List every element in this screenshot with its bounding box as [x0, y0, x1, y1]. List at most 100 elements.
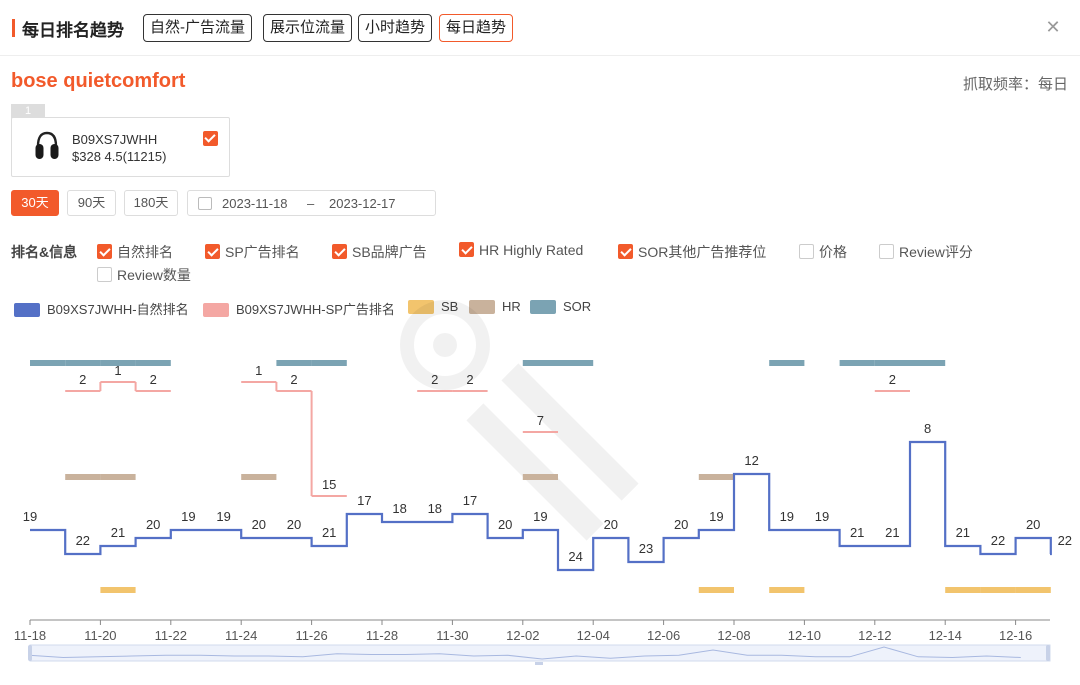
x-tick-label: 11-30 [436, 628, 468, 643]
x-tick-label: 11-22 [155, 628, 187, 643]
filter-option-label: Review数量 [117, 267, 191, 283]
legend-organic[interactable]: B09XS7JWHH-自然排名 [14, 299, 189, 317]
sp-rank-series: 21212152 272 [65, 363, 910, 497]
organic-data-label: 22 [1058, 533, 1072, 548]
datazoom-handle-right [1046, 645, 1050, 661]
checkbox-icon [459, 242, 474, 257]
sp-data-label: 2 [431, 372, 438, 387]
placement-hr-12-07 [698, 474, 734, 480]
organic-data-label: 21 [885, 525, 899, 540]
x-tick-label: 12-02 [506, 628, 539, 643]
filter-highly-rated[interactable]: HR Highly Rated [459, 242, 583, 260]
filter-option-label: HR Highly Rated [479, 242, 584, 258]
sp-data-label: 2 [889, 372, 896, 387]
legend-label: B09XS7JWHH-自然排名 [47, 302, 189, 317]
tab-daily-trend[interactable]: 每日趋势 [439, 14, 514, 42]
organic-data-label: 20 [252, 517, 266, 532]
date-range-picker[interactable]: 2023-11-18 – 2023-12-17 [187, 190, 436, 216]
organic-data-label: 18 [392, 501, 406, 516]
legend-label: SB [441, 299, 459, 314]
organic-data-label: 12 [744, 453, 758, 468]
x-tick-label: 12-10 [788, 628, 821, 643]
legend-hr[interactable]: HR [469, 299, 521, 315]
headphones-thumbnail-icon [35, 131, 59, 159]
placement-sor-11-19 [65, 360, 101, 366]
placement-sor-11-25 [276, 360, 312, 366]
x-tick-label: 12-16 [999, 628, 1032, 643]
placement-sb-12-09 [769, 587, 805, 593]
organic-data-label: 20 [146, 517, 160, 532]
filter-option-label: 价格 [819, 244, 847, 260]
checkbox-icon [799, 244, 814, 259]
date-start[interactable]: 2023-11-18 [222, 196, 288, 211]
placement-sor-11-18 [30, 360, 66, 366]
keyword-title: bose quietcomfort [11, 70, 186, 92]
placement-sb-12-15 [980, 587, 1016, 593]
filter-sb-brand-ad[interactable]: SB品牌广告 [332, 242, 427, 260]
legend-sb[interactable]: SB [408, 299, 458, 315]
organic-data-label: 19 [181, 509, 195, 524]
placement-hr-11-19 [65, 474, 101, 480]
range-30-days-button[interactable]: 30天 [11, 190, 59, 216]
organic-data-label: 21 [111, 525, 125, 540]
sp-data-label: 2 [466, 372, 473, 387]
x-tick-label: 12-06 [647, 628, 680, 643]
x-tick-label: 11-28 [366, 628, 398, 643]
placement-sor-11-21 [135, 360, 171, 366]
range-90-days-button[interactable]: 90天 [67, 190, 116, 216]
legend-swatch [530, 300, 556, 314]
placement-sor-12-02 [522, 360, 558, 366]
rank-trend-chart[interactable]: 21212152 272 1922212019 1920 20211718 181720… [0, 320, 1080, 685]
close-icon[interactable]: ✕ [1044, 18, 1062, 36]
tab-organic-ad-traffic[interactable]: 自然-广告流量 [143, 14, 252, 42]
placement-sb-11-20 [100, 587, 136, 593]
filter-review-count[interactable]: Review数量 [97, 265, 191, 283]
placement-hr-12-02 [522, 474, 558, 480]
filter-review-score[interactable]: Review评分 [879, 242, 973, 260]
x-tick-label: 12-08 [717, 628, 750, 643]
checkbox-icon [97, 267, 112, 282]
placement-sb-12-07 [698, 587, 734, 593]
x-tick-label: 11-26 [295, 628, 327, 643]
organic-data-label: 20 [1026, 517, 1040, 532]
sp-data-label: 2 [79, 372, 86, 387]
datazoom-slider[interactable] [28, 644, 1051, 665]
organic-data-label: 17 [357, 493, 371, 508]
organic-data-label: 19 [709, 509, 723, 524]
sp-data-label: 1 [114, 363, 121, 378]
title-accent-bar [12, 19, 15, 37]
range-180-days-button[interactable]: 180天 [124, 190, 178, 216]
legend-sor[interactable]: SOR [530, 299, 591, 315]
organic-data-label: 19 [533, 509, 547, 524]
placement-sb-12-14 [945, 587, 981, 593]
datazoom-handle-left [28, 645, 32, 661]
filter-price[interactable]: 价格 [799, 242, 847, 260]
x-tick-label: 12-12 [858, 628, 891, 643]
date-end[interactable]: 2023-12-17 [329, 196, 396, 211]
placement-hr-11-20 [100, 474, 136, 480]
tab-hourly-trend[interactable]: 小时趋势 [358, 14, 433, 42]
product-index-tab: 1 [11, 104, 45, 118]
placement-bands [30, 360, 1051, 593]
filter-option-label: Review评分 [899, 244, 973, 260]
legend-swatch [14, 303, 40, 317]
organic-data-label: 17 [463, 493, 477, 508]
checkbox-icon [879, 244, 894, 259]
legend-sp[interactable]: B09XS7JWHH-SP广告排名 [203, 299, 395, 317]
checkbox-icon [332, 244, 347, 259]
placement-hr-11-24 [241, 474, 277, 480]
x-tick-label: 11-20 [84, 628, 116, 643]
product-select-checkbox[interactable] [203, 131, 218, 146]
calendar-icon [198, 197, 212, 210]
organic-data-label: 19 [23, 509, 37, 524]
organic-data-label: 18 [428, 501, 442, 516]
legend-swatch [408, 300, 434, 314]
filter-organic-rank[interactable]: 自然排名 [97, 242, 173, 260]
filter-sp-ad-rank[interactable]: SP广告排名 [205, 242, 300, 260]
tab-placement-traffic[interactable]: 展示位流量 [263, 14, 353, 42]
filter-sor-placement[interactable]: SOR其他广告推荐位 [618, 242, 766, 260]
sp-data-label: 2 [290, 372, 297, 387]
filter-label: 排名&信息 [11, 244, 78, 260]
organic-data-label: 22 [991, 533, 1005, 548]
product-card[interactable]: B09XS7JWHH $328 4.5(11215) [11, 117, 230, 177]
